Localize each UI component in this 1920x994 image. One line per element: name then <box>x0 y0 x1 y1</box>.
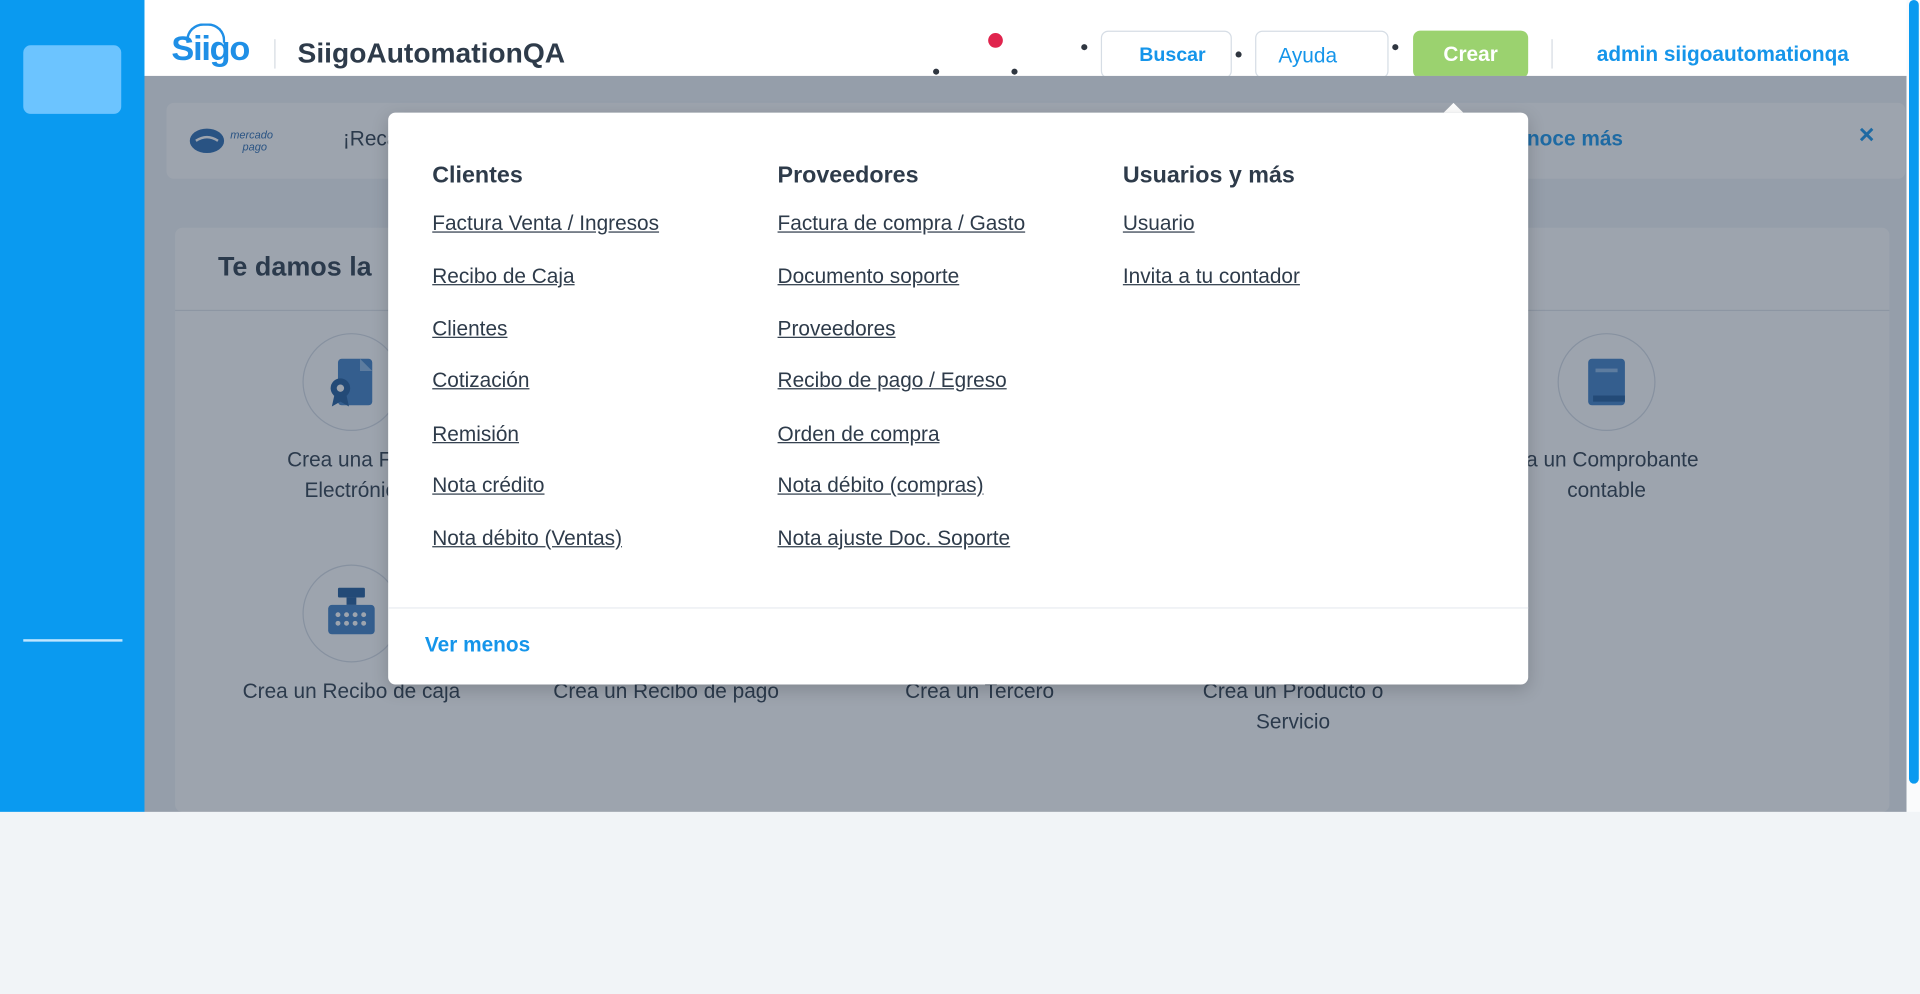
scrollbar-thumb[interactable] <box>1908 0 1919 784</box>
sidebar-logo-placeholder[interactable] <box>23 45 122 114</box>
menu-link-factura-compra[interactable]: Factura de compra / Gasto <box>778 212 1026 236</box>
left-sidebar <box>0 0 145 812</box>
user-menu[interactable]: admin siigoautomationqa <box>1597 43 1849 67</box>
loading-dot <box>933 68 940 75</box>
menu-link-documento-soporte[interactable]: Documento soporte <box>778 264 960 288</box>
menu-link-clientes[interactable]: Clientes <box>432 317 507 341</box>
menu-link-nota-ajuste[interactable]: Nota ajuste Doc. Soporte <box>778 527 1011 551</box>
menu-link-factura-venta[interactable]: Factura Venta / Ingresos <box>432 212 659 236</box>
menu-link-recibo-caja[interactable]: Recibo de Caja <box>432 264 574 288</box>
menu-link-proveedores[interactable]: Proveedores <box>778 317 896 341</box>
menu-link-remision[interactable]: Remisión <box>432 422 519 446</box>
popup-divider <box>388 607 1529 609</box>
menu-link-usuario[interactable]: Usuario <box>1123 212 1195 236</box>
ver-menos-link[interactable]: Ver menos <box>425 633 530 657</box>
usuarios-heading: Usuarios y más <box>1122 162 1295 189</box>
menu-link-orden-compra[interactable]: Orden de compra <box>778 422 940 446</box>
header-divider <box>274 39 276 69</box>
create-button[interactable]: Crear <box>1413 30 1529 79</box>
menu-link-cotizacion[interactable]: Cotización <box>432 369 529 393</box>
loading-dot <box>1235 51 1242 58</box>
help-button[interactable]: Ayuda <box>1255 30 1389 79</box>
menu-link-nota-debito-ventas[interactable]: Nota débito (Ventas) <box>432 527 622 551</box>
loading-dot <box>1081 44 1088 51</box>
menu-link-nota-debito-compras[interactable]: Nota débito (compras) <box>778 474 984 498</box>
loading-dot <box>1011 68 1018 75</box>
create-menu-popup <box>388 112 1529 685</box>
popup-caret <box>1443 102 1464 113</box>
menu-link-recibo-pago[interactable]: Recibo de pago / Egreso <box>778 369 1007 393</box>
header-divider <box>1551 39 1553 69</box>
search-button[interactable]: Buscar <box>1100 30 1232 79</box>
clientes-heading: Clientes <box>432 162 523 189</box>
loading-dot <box>1392 44 1399 51</box>
proveedores-heading: Proveedores <box>777 162 919 189</box>
notification-dot[interactable] <box>988 33 1003 48</box>
sidebar-divider <box>23 639 123 642</box>
company-name: SiigoAutomationQA <box>297 36 566 69</box>
menu-link-nota-credito[interactable]: Nota crédito <box>432 474 544 498</box>
menu-link-invita-contador[interactable]: Invita a tu contador <box>1123 264 1300 288</box>
siigo-logo[interactable]: Siigo <box>171 23 250 68</box>
